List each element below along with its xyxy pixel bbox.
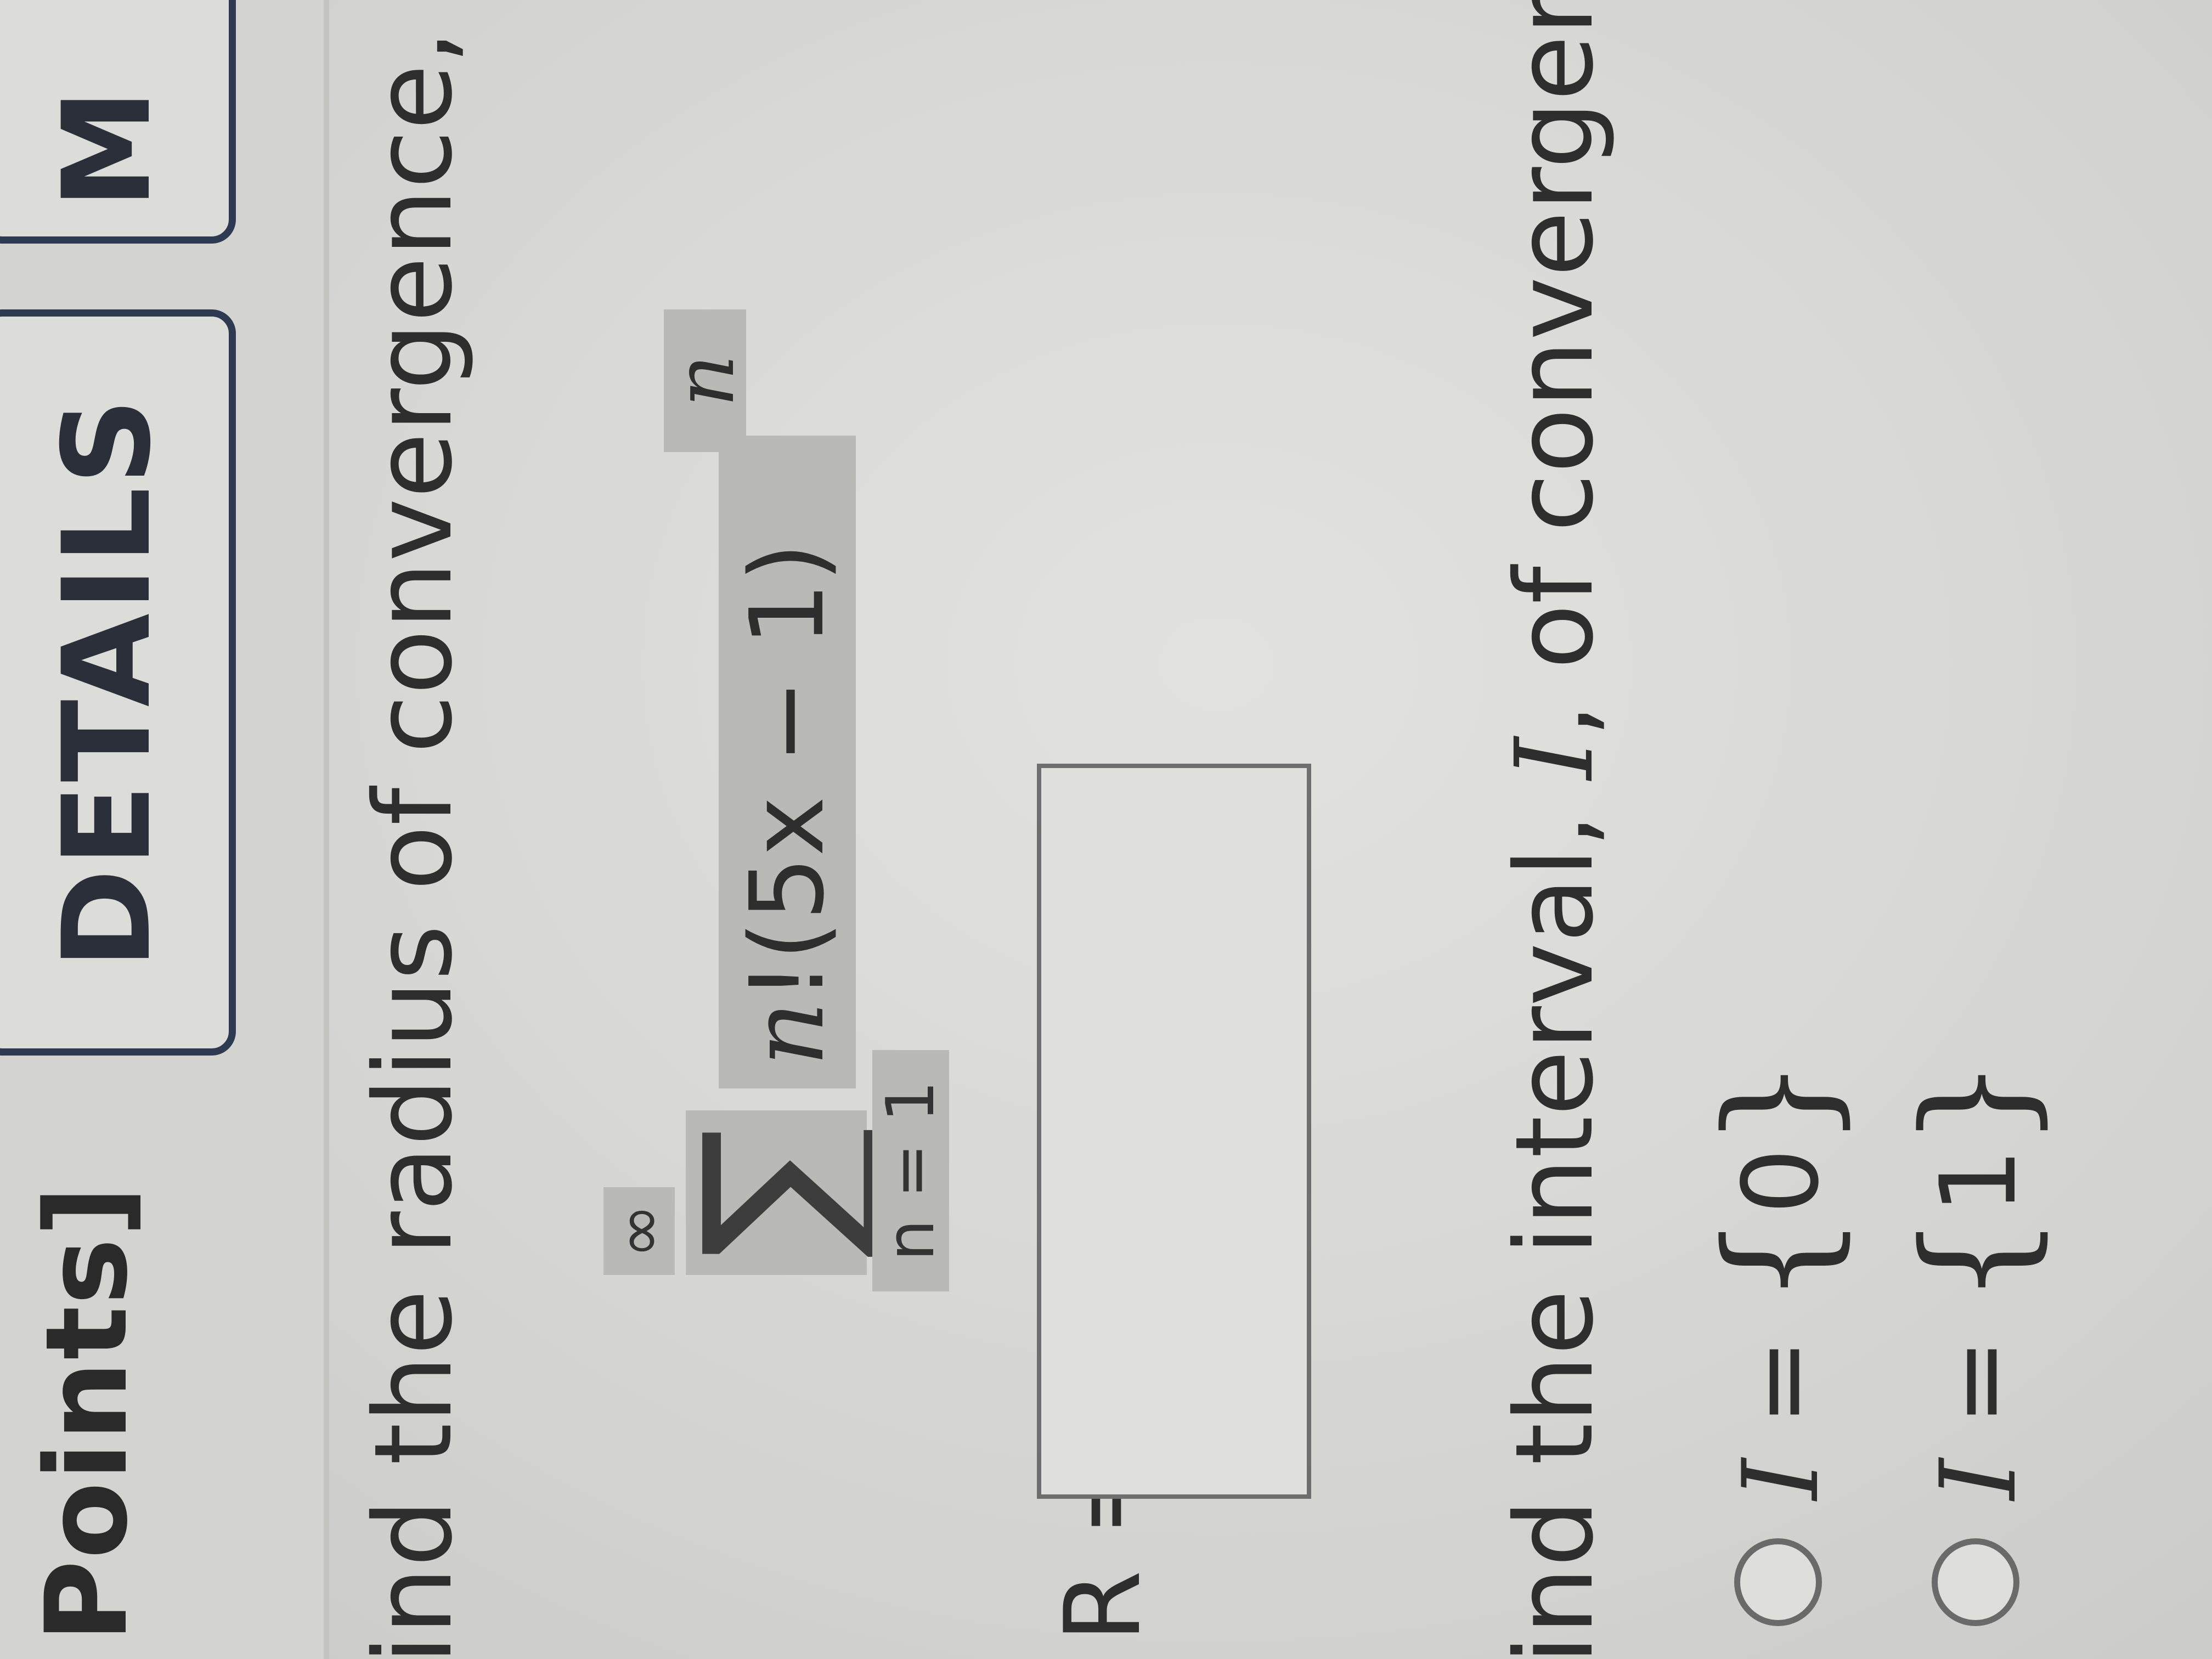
question-radius-prefix: ind the radius of convergence,: [351, 0, 476, 1659]
radio-button[interactable]: [1932, 1538, 2019, 1626]
radius-answer-input[interactable]: [1037, 764, 1311, 1499]
question-interval-suffix: , of convergence: [1492, 0, 1617, 738]
header-divider: [324, 0, 329, 1659]
option-var: I: [1720, 1458, 1842, 1500]
interval-option-2[interactable]: I = {1}: [1893, 1057, 2058, 1626]
radio-button[interactable]: [1734, 1538, 1822, 1626]
my-notes-button[interactable]: M: [0, 0, 236, 244]
sum-term-rest: !(5x − 1): [728, 542, 847, 1001]
assignment-page: Points] DETAILS M ind the radius of conv…: [0, 0, 2212, 1659]
option-value: 1: [1918, 1148, 2039, 1215]
photo-canvas: Points] DETAILS M ind the radius of conv…: [0, 0, 2212, 1659]
option-label: I = {0}: [1695, 1057, 1861, 1500]
details-button[interactable]: DETAILS: [0, 309, 236, 1056]
sigma-icon: ∑: [661, 1110, 891, 1275]
series-expression: ∞ ∑ n = 1 n !(5x − 1) n: [601, 309, 949, 1308]
close-brace: }: [1893, 1057, 2058, 1148]
close-brace: }: [1695, 1057, 1861, 1148]
option-var: I: [1918, 1458, 2039, 1500]
interval-option-1[interactable]: I = {0}: [1695, 1057, 1861, 1626]
question-interval: ind the interval, I, of convergence: [1492, 0, 1617, 1659]
option-value: 0: [1720, 1148, 1842, 1215]
question-interval-prefix: ind the interval,: [1492, 780, 1617, 1659]
points-label: Points]: [22, 1184, 153, 1643]
option-equals: =: [1918, 1305, 2039, 1459]
option-label: I = {1}: [1893, 1057, 2058, 1500]
open-brace: {: [1893, 1214, 2058, 1305]
sum-exponent: n: [657, 309, 753, 452]
option-equals: =: [1720, 1305, 1842, 1459]
question-interval-var: I: [1492, 737, 1617, 780]
question-radius: ind the radius of convergence, R,: [351, 0, 476, 1659]
sum-term: n !(5x − 1): [719, 436, 856, 1088]
open-brace: {: [1695, 1214, 1861, 1305]
sum-lower-limit: n = 1: [872, 1050, 949, 1291]
sum-term-n: n: [728, 1001, 847, 1066]
